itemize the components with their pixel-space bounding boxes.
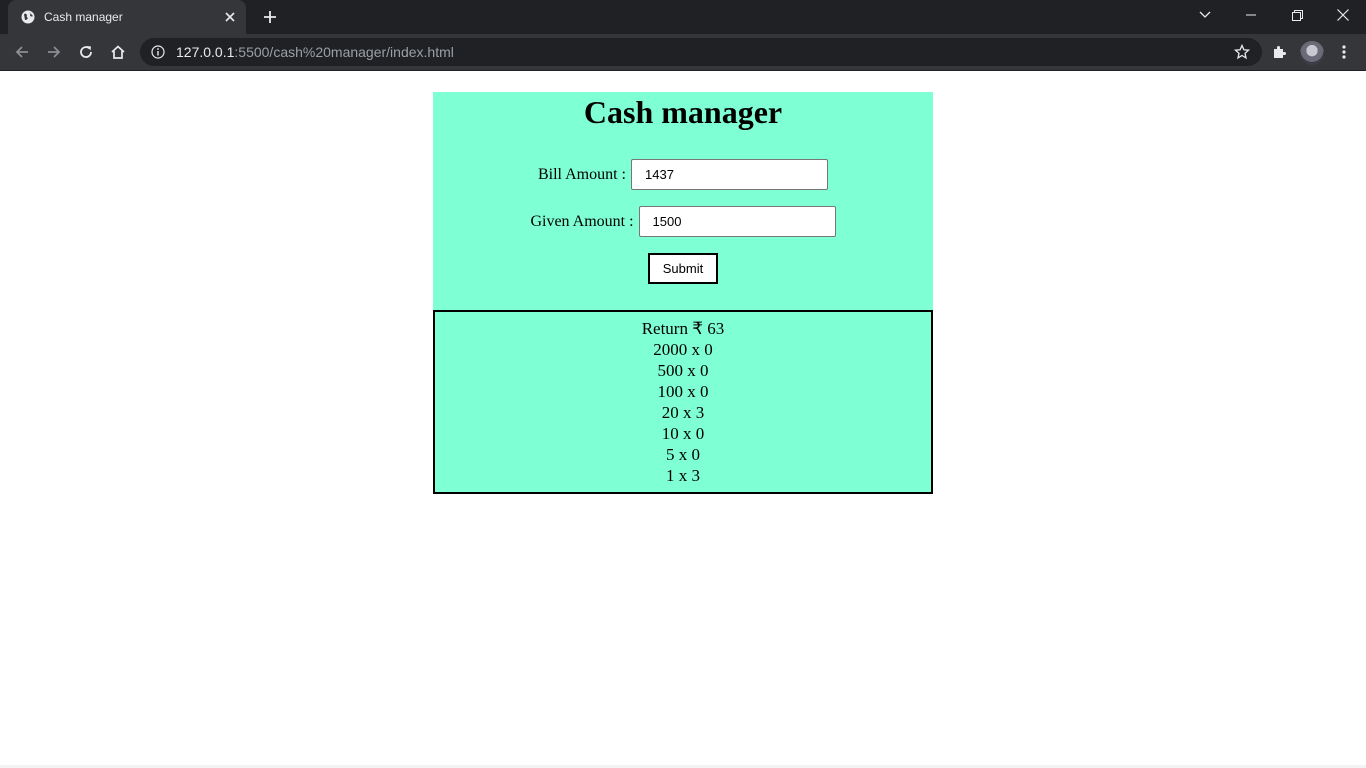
page-content: Cash manager Bill Amount : Given Amount … — [0, 71, 1366, 768]
star-icon[interactable] — [1234, 44, 1250, 60]
note-20: 20 x 3 — [661, 403, 705, 422]
menu-icon[interactable] — [1330, 38, 1358, 66]
note-2000: 2000 x 0 — [653, 340, 713, 359]
cash-form-card: Cash manager Bill Amount : Given Amount … — [433, 92, 933, 310]
given-amount-label: Given Amount : — [530, 212, 634, 230]
output-panel: Return ₹ 63 2000 x 0 500 x 0 100 x 0 20 … — [433, 310, 933, 494]
bill-amount-row: Bill Amount : — [433, 159, 933, 190]
chevron-down-icon[interactable] — [1182, 0, 1228, 30]
close-icon[interactable] — [220, 7, 240, 27]
back-icon[interactable] — [8, 38, 36, 66]
info-icon[interactable] — [150, 44, 166, 60]
page-title: Cash manager — [583, 94, 783, 130]
given-amount-row: Given Amount : — [433, 206, 933, 237]
note-500: 500 x 0 — [657, 361, 709, 380]
note-10: 10 x 0 — [661, 424, 705, 443]
close-window-icon[interactable] — [1320, 0, 1366, 30]
minimize-icon[interactable] — [1228, 0, 1274, 30]
given-amount-input[interactable] — [638, 206, 836, 237]
tab-title: Cash manager — [44, 10, 123, 24]
browser-toolbar: 127.0.0.1:5500/cash%20manager/index.html — [0, 34, 1366, 71]
url-host: 127.0.0.1 — [176, 44, 235, 60]
forward-icon[interactable] — [40, 38, 68, 66]
reload-icon[interactable] — [72, 38, 100, 66]
url-text: 127.0.0.1:5500/cash%20manager/index.html — [176, 44, 454, 60]
submit-button[interactable]: Submit — [648, 253, 718, 284]
home-icon[interactable] — [104, 38, 132, 66]
note-100: 100 x 0 — [657, 382, 709, 401]
note-5: 5 x 0 — [666, 445, 700, 464]
return-amount: Return ₹ 63 — [641, 319, 725, 338]
url-path: :5500/cash%20manager/index.html — [234, 44, 454, 60]
browser-tab[interactable]: Cash manager — [8, 0, 246, 34]
plus-icon[interactable] — [258, 5, 282, 29]
extensions-icon[interactable] — [1265, 38, 1293, 66]
avatar[interactable] — [1300, 41, 1324, 65]
globe-icon — [20, 9, 36, 25]
note-1: 1 x 3 — [666, 466, 700, 485]
bill-amount-label: Bill Amount : — [537, 165, 626, 183]
tab-strip: Cash manager — [0, 0, 1366, 34]
restore-icon[interactable] — [1274, 0, 1320, 30]
address-bar[interactable]: 127.0.0.1:5500/cash%20manager/index.html — [140, 38, 1262, 66]
bill-amount-input[interactable] — [631, 159, 828, 190]
